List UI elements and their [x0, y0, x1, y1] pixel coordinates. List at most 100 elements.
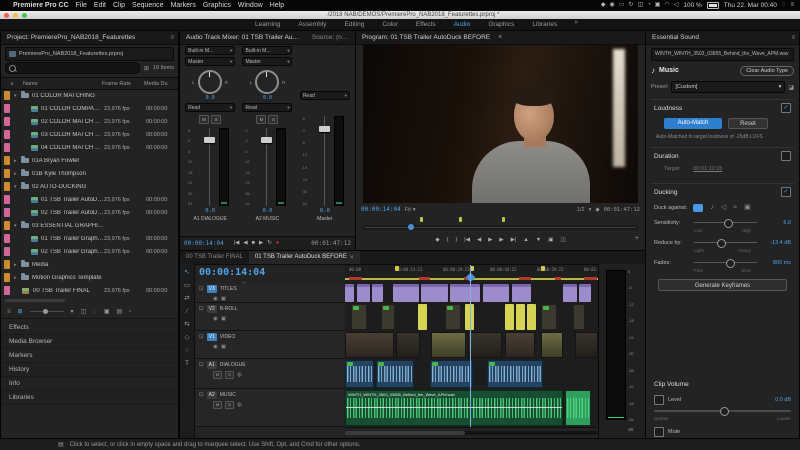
timeline-marker[interactable] [395, 266, 399, 271]
project-row[interactable]: 00 TSB Trailer FINAL23,976 fps00:00:00 [1, 284, 178, 297]
project-row[interactable]: 01 COLOR COMPARISON23,976 fps00:00:00 [1, 102, 178, 115]
reduce-by-value[interactable]: -13.4 dB [761, 240, 791, 246]
playhead-line[interactable] [470, 265, 471, 427]
workspace-tab-learning[interactable]: Learning [246, 19, 289, 31]
output-select[interactable]: Master▾ [242, 57, 292, 66]
list-view-icon[interactable]: ≡ [7, 309, 11, 315]
multi-camera-button[interactable]: ◫ [560, 234, 565, 247]
clear-audio-type-button[interactable]: Clear Audio Type [740, 66, 794, 76]
volume-icon[interactable]: ◁ [674, 0, 679, 11]
loudness-title[interactable]: Loudness [654, 105, 682, 112]
workspace-tab-libraries[interactable]: Libraries [523, 19, 566, 31]
track-lane-a2[interactable]: WINTH_WINTH_3503_03855_Behind_the_Wave_A… [345, 389, 598, 428]
clip[interactable] [357, 284, 370, 302]
mark-in-button[interactable]: { [447, 234, 449, 247]
duck-against-sfx-icon[interactable]: ◁ [721, 203, 726, 213]
project-panel-tab[interactable]: Project: PremierePro_NAB2018_Featurettes [1, 31, 141, 44]
label-chip[interactable] [4, 260, 10, 269]
new-bin-icon[interactable]: ▣ [104, 308, 110, 315]
track-mute-button[interactable]: M [213, 371, 222, 379]
workspace-tab-color[interactable]: Color [373, 19, 407, 31]
volume-fader[interactable]: 6061218243654 [183, 126, 237, 208]
display-icon[interactable]: ▭ [619, 0, 625, 11]
collapse-icon[interactable]: ▾ [14, 223, 21, 229]
sort-icon[interactable]: ▾ [71, 308, 74, 315]
project-row[interactable]: 02 TSB Trailer AutoDuck23,976 fps00:00:0… [1, 206, 178, 219]
clip[interactable] [430, 360, 473, 388]
project-row[interactable]: 03 COLOR MATCH Rg to23,976 fps00:00:00 [1, 128, 178, 141]
project-row[interactable]: 01 TSB Trailer Graphics23,976 fps00:00:0… [1, 232, 178, 245]
selection-tool[interactable]: ↖ [184, 269, 189, 277]
project-row[interactable]: 04 COLOR MATCH STOC23,976 fps00:00:00 [1, 141, 178, 154]
source-monitor-tab[interactable]: Source: (no clips) [306, 31, 355, 44]
step-back-button[interactable]: ◀ [243, 237, 247, 250]
fader-handle[interactable] [261, 137, 272, 143]
loop-button[interactable]: ↻ [267, 237, 272, 250]
razor-tool[interactable]: ∕ [186, 308, 187, 316]
voiceover-record-icon[interactable]: ◍ [237, 402, 242, 408]
shield-icon[interactable]: ◆ [601, 0, 606, 11]
duck-against-clips-icon[interactable]: ▣ [744, 203, 751, 213]
clip[interactable] [445, 304, 461, 330]
lock-icon[interactable]: ⊡ [199, 286, 204, 292]
scrollbar-thumb[interactable] [345, 431, 465, 435]
sensitivity-slider[interactable] [694, 219, 757, 227]
clip[interactable] [351, 304, 367, 330]
zoom-level-select[interactable]: Fit▾ [405, 207, 416, 213]
go-to-in-button[interactable]: |◀ [234, 237, 240, 250]
project-row[interactable]: ▾02 AUTO-DUCKING [1, 180, 178, 193]
label-chip[interactable] [4, 91, 10, 100]
label-chip[interactable] [4, 169, 10, 178]
clip[interactable] [421, 284, 448, 302]
save-preset-icon[interactable]: ◪ [788, 84, 794, 91]
sequence-marker[interactable] [420, 217, 423, 222]
program-video-frame[interactable] [363, 45, 638, 203]
toggle-track-output-icon[interactable]: ◉ [213, 296, 218, 302]
program-scrubber[interactable] [363, 225, 638, 230]
ducking-checkbox[interactable]: ✓ [781, 187, 791, 197]
extract-button[interactable]: ▼ [536, 234, 541, 247]
label-chip[interactable] [4, 117, 10, 126]
clip[interactable] [372, 284, 383, 302]
workspace-tab-graphics[interactable]: Graphics [479, 19, 523, 31]
clip[interactable] [450, 284, 480, 302]
search-input[interactable] [18, 64, 136, 72]
project-bin-breadcrumb[interactable]: PremierePro_NAB2018_Featurettes.prproj [5, 47, 174, 61]
timeline-ruler[interactable]: 00:0000:00:14:2300:00:29:2300:00:44:2200… [345, 265, 598, 284]
expand-icon[interactable]: ▸ [14, 275, 21, 281]
type-tool[interactable]: T [185, 360, 189, 368]
track-target-v2[interactable]: V2 [207, 305, 217, 313]
duck-against-dialogue-icon[interactable] [693, 204, 703, 212]
menu-graphics[interactable]: Graphics [203, 0, 231, 11]
minimize-window-button[interactable] [13, 13, 18, 18]
toggle-track-output-icon[interactable]: ◉ [213, 316, 218, 322]
lock-icon[interactable]: ⊡ [199, 306, 204, 312]
clip[interactable] [565, 390, 591, 426]
zoom-slider[interactable] [30, 311, 64, 312]
workspace-tab-editing[interactable]: Editing [336, 19, 374, 31]
duck-against-music-icon[interactable]: ♪ [710, 203, 714, 213]
volume-rubber-band[interactable] [346, 407, 562, 408]
input-select[interactable]: Built-in M...▾ [185, 46, 235, 55]
sync-icon[interactable]: ↻ [628, 0, 633, 11]
label-chip[interactable] [4, 104, 10, 113]
expand-icon[interactable]: ▸ [14, 262, 21, 268]
project-row[interactable]: 01 TSB Trailer AutoDuck23,976 fps00:00:0… [1, 193, 178, 206]
pan-knob[interactable] [255, 70, 279, 94]
track-select-tool[interactable]: ▭ [184, 282, 190, 290]
track-solo-button[interactable]: S [225, 401, 234, 409]
duration-checkbox[interactable] [781, 151, 791, 161]
sensitivity-value[interactable]: 6.0 [761, 220, 791, 226]
project-row[interactable]: ▾01 COLOR MATCHING [1, 89, 178, 102]
project-row[interactable]: ▸01B Kyle Thompson [1, 167, 178, 180]
sequence-marker[interactable] [502, 217, 505, 222]
clip[interactable] [579, 284, 591, 302]
find-icon[interactable]: ◌ [93, 309, 97, 315]
solo-button[interactable]: S [211, 115, 221, 124]
ducking-title[interactable]: Ducking [654, 189, 677, 196]
fader-handle[interactable] [319, 126, 330, 132]
label-chip[interactable] [4, 286, 10, 295]
menu-sequence[interactable]: Sequence [132, 0, 164, 11]
timeline-current-timecode[interactable]: 00:00:14:04 [199, 267, 265, 278]
mute-button[interactable]: M [256, 115, 266, 124]
